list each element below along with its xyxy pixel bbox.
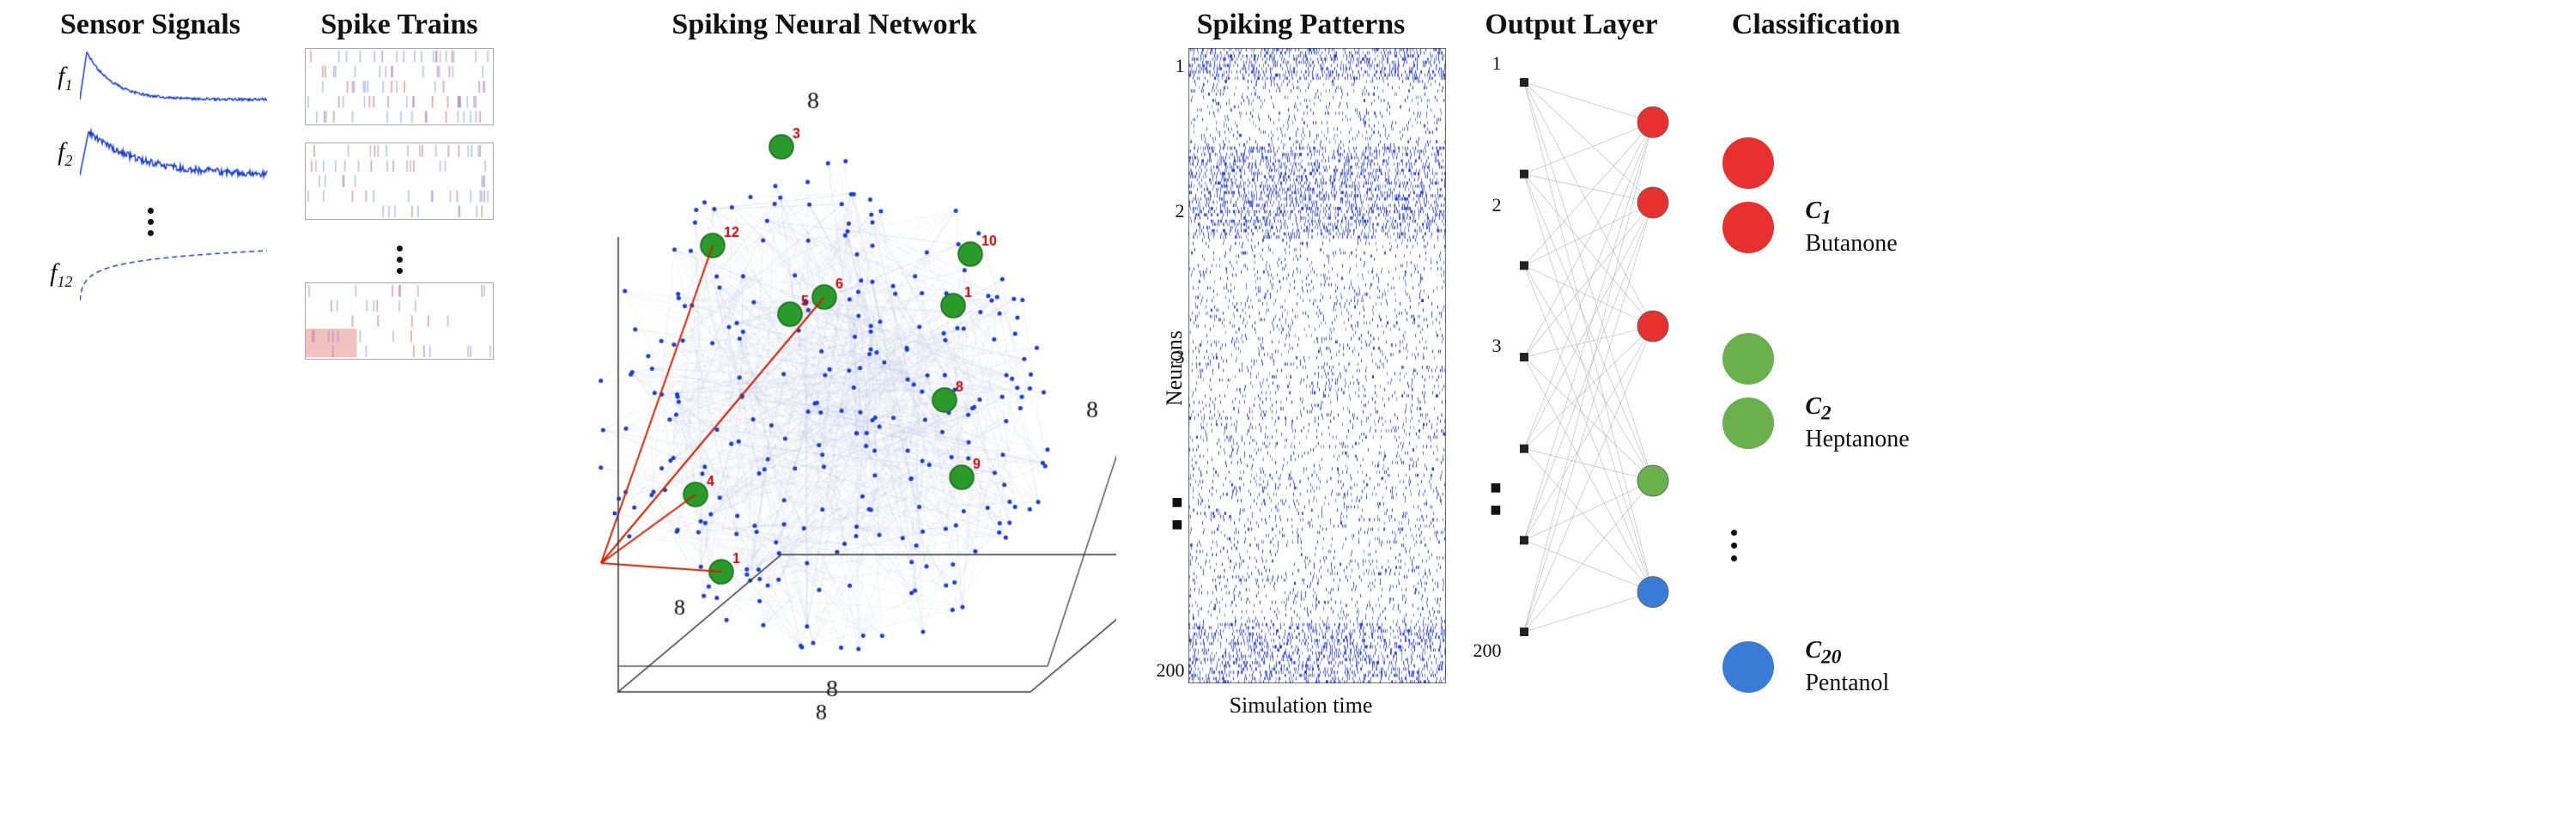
spike-row-3 [305,282,494,360]
spike-row-2 [305,143,494,220]
y-axis-title: Neurons [1162,330,1188,405]
neural-net-svg [1507,48,1670,666]
class-label-c1: C1 Butanone [1805,197,1897,258]
class-item-c1-2: C1 Butanone [1722,197,1909,258]
spike-dot3 [397,268,403,274]
sensor-signals-title: Sensor Signals [60,9,240,41]
out-label-2: 2 [1473,194,1502,216]
dot1 [148,208,154,214]
spike-dots [397,246,403,274]
class-dot1 [1731,530,1737,536]
class-name-c20: Pentanol [1805,670,1889,697]
simulation-time-label: Simulation time [1230,693,1373,719]
signal-label-f2: f2 [33,137,80,170]
class-circle-c20 [1722,641,1774,693]
class-name-c1: Butanone [1805,230,1897,258]
spike-canvas-2 [305,143,494,220]
class-dots-mid [1731,530,1909,561]
signal-dots [148,208,154,236]
signal-row-f12: f12 [33,245,269,305]
signal-canvas-f12 [80,245,269,305]
snn-canvas-wrap [532,48,1116,752]
class-items: C1 Butanone C2 Heptanone [1722,48,1909,735]
y-label-1: 1 [1157,55,1185,77]
class-circle-c2-1 [1722,333,1774,385]
signal-row-f1: f1 [33,48,269,108]
spike-trains-title: Spike Trains [321,9,478,41]
class-item-c2-1 [1722,333,1909,385]
spiking-patterns-title: Spiking Patterns [1197,9,1406,41]
spike-trains-section: Spike Trains [292,9,507,377]
class-circle-c1-2 [1722,202,1774,253]
class-name-c2: Heptanone [1805,426,1909,453]
y-label-dots: ■■ [1157,491,1185,536]
class-item-c20: C20 Pentanol [1722,637,1909,697]
class-group-c2: C2 Heptanone [1722,333,1909,453]
signal-canvas-f2 [80,124,269,184]
y-label-2: 2 [1157,200,1185,222]
class-label-c20: C20 Pentanol [1805,637,1889,697]
class-item-c1-1 [1722,137,1909,189]
output-labels: 1 2 3 ■■ 200 [1473,48,1502,666]
signal-row-f2: f2 [33,124,269,184]
classification-section: Classification C1 Butanone C2 [1679,9,1953,735]
spike-canvas-3 [305,282,494,360]
dot3 [148,230,154,236]
y-label-200: 200 [1157,659,1185,682]
class-item-c2-2: C2 Heptanone [1722,393,1909,453]
signal-label-f12: f12 [33,258,80,291]
output-layer-section: Output Layer 1 2 3 ■■ 200 [1473,9,1670,666]
snn-title: Spiking Neural Network [671,9,976,41]
class-circle-c1-1 [1722,137,1774,189]
class-dot3 [1731,555,1737,561]
class-group-c1: C1 Butanone [1722,137,1909,258]
signal-canvas-f1 [80,48,269,108]
snn-section: Spiking Neural Network [524,9,1125,752]
pattern-canvas [1188,48,1446,683]
patterns-canvas-wrap: Neurons [1188,48,1446,688]
out-label-200: 200 [1473,640,1502,662]
spike-row-1 [305,48,494,125]
class-circle-c2-2 [1722,397,1774,449]
output-layer-title: Output Layer [1485,9,1657,41]
class-label-c2: C2 Heptanone [1805,393,1909,453]
class-dot2 [1731,543,1737,549]
signal-label-f1: f1 [33,62,80,94]
out-label-1: 1 [1473,52,1502,75]
spiking-patterns-section: Spiking Patterns 1 2 3 ■■ 200 Neurons Si… [1142,9,1460,719]
out-label-3: 3 [1473,335,1502,357]
classification-title: Classification [1732,9,1900,41]
sensor-signals-section: Sensor Signals f1 f2 f12 [17,9,283,320]
dot2 [148,219,154,225]
output-layer-wrap: 1 2 3 ■■ 200 [1473,48,1670,666]
spike-canvas-1 [305,48,494,125]
spike-dot2 [397,257,403,263]
snn-canvas [532,48,1116,752]
class-group-c20: C20 Pentanol [1722,637,1909,697]
out-label-dots: ■■ [1473,476,1502,521]
spike-dot1 [397,246,403,252]
